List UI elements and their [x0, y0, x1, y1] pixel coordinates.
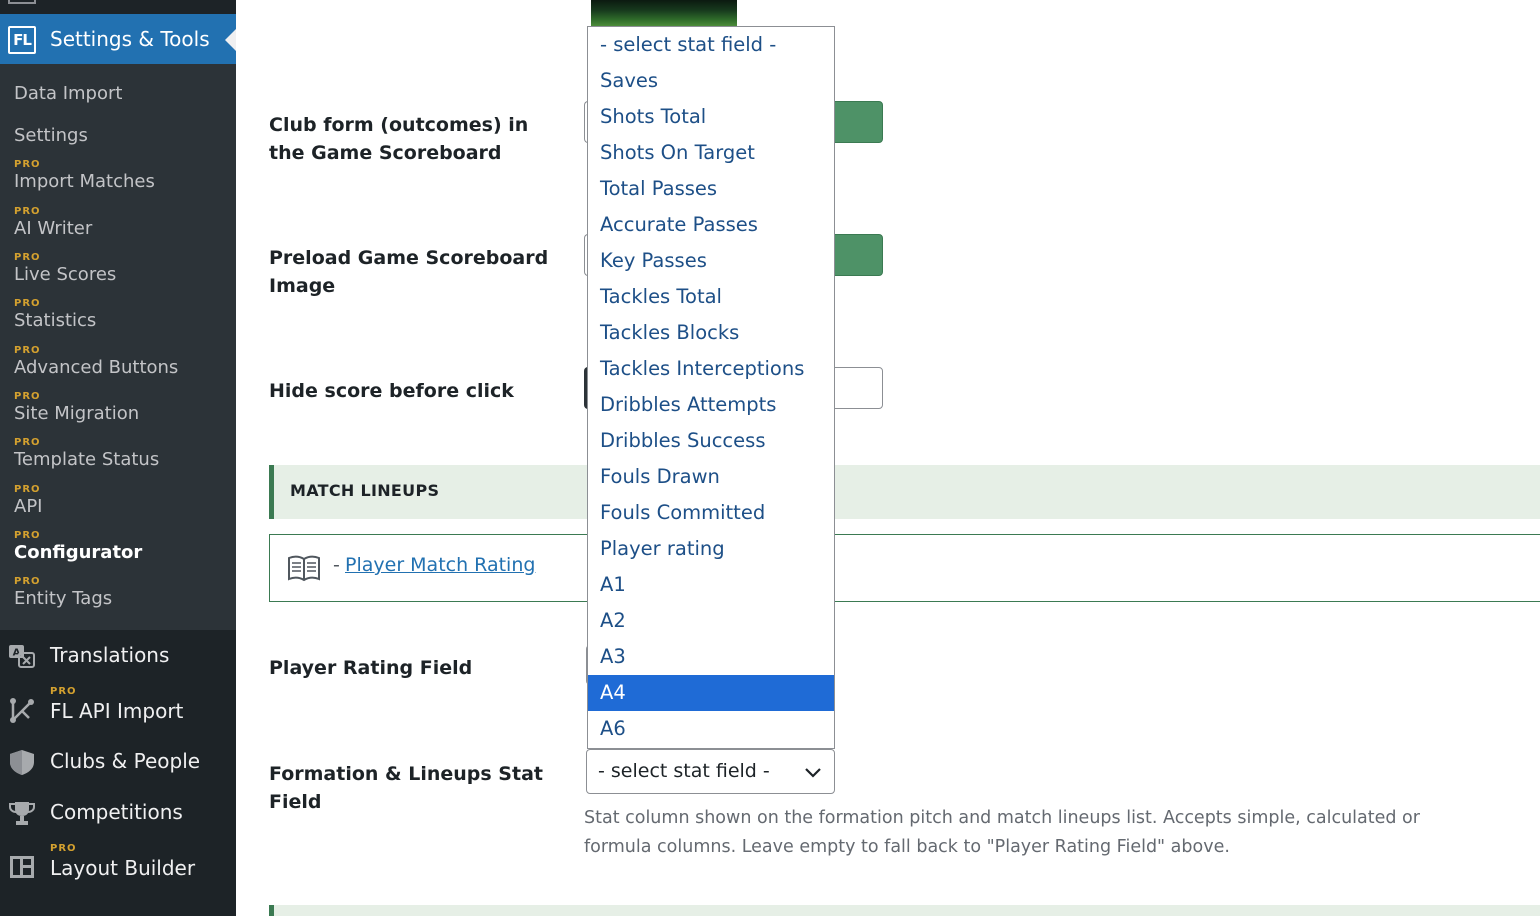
- pro-badge: PRO: [14, 530, 41, 541]
- submenu-template-status[interactable]: Template Status: [14, 448, 159, 472]
- sidebar-item-label: Layout Builder: [50, 856, 196, 880]
- sidebar-item-competitions[interactable]: Competitions: [0, 787, 236, 837]
- dropdown-option[interactable]: Dribbles Success: [588, 423, 834, 459]
- main-content: Club form (outcomes) in the Game Scorebo…: [236, 0, 1540, 916]
- submenu-ai-writer[interactable]: AI Writer: [14, 217, 92, 241]
- dropdown-option[interactable]: A3: [588, 639, 834, 675]
- formation-stat-field-label: Formation & Lineups Stat Field: [269, 763, 543, 813]
- club-form-toggle[interactable]: [834, 101, 883, 143]
- dropdown-option[interactable]: Shots On Target: [588, 135, 834, 171]
- dropdown-option[interactable]: Accurate Passes: [588, 207, 834, 243]
- preload-image-label: Preload Game Scoreboard Image: [269, 247, 549, 297]
- translate-icon: A: [9, 645, 35, 668]
- sidebar-submenu: Data Import Settings PRO Import Matches …: [0, 64, 236, 630]
- sidebar-item-label: FL API Import: [50, 699, 184, 723]
- pro-badge: PRO: [50, 843, 77, 854]
- sidebar-item-label: Competitions: [50, 800, 183, 824]
- dropdown-option[interactable]: Fouls Drawn: [588, 459, 834, 495]
- pro-badge: PRO: [14, 252, 41, 263]
- sidebar-item-fl-api-import[interactable]: PRO FL API Import: [0, 684, 236, 734]
- dropdown-option[interactable]: A6: [588, 711, 834, 747]
- player-match-rating-link[interactable]: Player Match Rating: [345, 554, 535, 576]
- club-form-label: Club form (outcomes) in the Game Scorebo…: [269, 114, 529, 164]
- select-value: - select stat field -: [598, 760, 770, 782]
- pro-badge: PRO: [14, 576, 41, 587]
- chevron-down-icon: [805, 768, 821, 778]
- preload-toggle[interactable]: [834, 234, 883, 276]
- section-header-match-lineups: MATCH LINEUPS: [269, 465, 1540, 519]
- dropdown-option[interactable]: Shots Total: [588, 99, 834, 135]
- submenu-import-matches[interactable]: Import Matches: [14, 170, 155, 194]
- pro-badge: PRO: [14, 159, 41, 170]
- current-menu-pointer: [225, 29, 236, 51]
- dropdown-option[interactable]: Tackles Total: [588, 279, 834, 315]
- dropdown-option-highlighted[interactable]: A4: [588, 675, 834, 711]
- sidebar-item-settings-tools[interactable]: FL Settings & Tools: [0, 14, 236, 64]
- doc-separator: -: [333, 554, 340, 576]
- admin-sidebar: FL Settings & Tools Data Import Settings…: [0, 0, 236, 916]
- dropdown-option[interactable]: Saves: [588, 63, 834, 99]
- dropdown-option[interactable]: Dribbles Attempts: [588, 387, 834, 423]
- hide-score-label: Hide score before click: [269, 380, 514, 402]
- pro-badge: PRO: [14, 345, 41, 356]
- api-import-icon: [10, 698, 34, 723]
- sidebar-item-label: Translations: [50, 643, 170, 667]
- sidebar-item-label: Settings & Tools: [50, 27, 210, 51]
- dropdown-option[interactable]: A2: [588, 603, 834, 639]
- submenu-statistics[interactable]: Statistics: [14, 309, 96, 333]
- sidebar-item-translations[interactable]: A Translations: [0, 630, 236, 680]
- documentation-box: - Player Match Rating: [269, 534, 1540, 602]
- pro-badge: PRO: [14, 391, 41, 402]
- pro-badge: PRO: [14, 484, 41, 495]
- dropdown-option[interactable]: Total Passes: [588, 171, 834, 207]
- hide-score-toggle[interactable]: [834, 367, 883, 409]
- section-title: MATCH LINEUPS: [290, 481, 440, 500]
- sidebar-item-clubs-people[interactable]: Clubs & People: [0, 736, 236, 786]
- dropdown-option[interactable]: Tackles Interceptions: [588, 351, 834, 387]
- trophy-icon: [9, 802, 35, 825]
- sidebar-item-layout-builder[interactable]: PRO Layout Builder: [0, 841, 236, 891]
- submenu-site-migration[interactable]: Site Migration: [14, 402, 139, 426]
- submenu-configurator[interactable]: Configurator: [14, 541, 142, 565]
- sidebar-item-label: Clubs & People: [50, 749, 201, 773]
- layout-icon: [10, 856, 34, 878]
- submenu-api[interactable]: API: [14, 495, 42, 519]
- dropdown-option[interactable]: Tackles Blocks: [588, 315, 834, 351]
- formation-stat-select[interactable]: - select stat field -: [586, 749, 835, 794]
- submenu-data-import[interactable]: Data Import: [14, 82, 122, 106]
- next-section-header: [269, 905, 1540, 916]
- pro-badge: PRO: [14, 437, 41, 448]
- submenu-entity-tags[interactable]: Entity Tags: [14, 587, 112, 611]
- formation-help-text: Stat column shown on the formation pitch…: [584, 808, 1420, 857]
- player-rating-field-label: Player Rating Field: [269, 657, 473, 679]
- scoreboard-thumbnail: [591, 0, 737, 26]
- stat-field-dropdown-list[interactable]: - select stat field - Saves Shots Total …: [587, 26, 835, 749]
- sidebar-top-strip: [0, 0, 236, 14]
- submenu-settings[interactable]: Settings: [14, 124, 88, 148]
- shield-icon: [10, 750, 34, 775]
- dropdown-option[interactable]: Key Passes: [588, 243, 834, 279]
- book-icon: [288, 555, 320, 582]
- pro-badge: PRO: [14, 298, 41, 309]
- dropdown-option[interactable]: Fouls Committed: [588, 495, 834, 531]
- pro-badge: PRO: [14, 206, 41, 217]
- submenu-advanced-buttons[interactable]: Advanced Buttons: [14, 356, 178, 380]
- dropdown-option[interactable]: A1: [588, 567, 834, 603]
- dropdown-option[interactable]: - select stat field -: [588, 27, 834, 63]
- dropdown-option[interactable]: Player rating: [588, 531, 834, 567]
- pro-badge: PRO: [50, 686, 77, 697]
- fl-logo-icon: FL: [8, 26, 36, 54]
- menu-icon-partial: [8, 0, 36, 4]
- submenu-live-scores[interactable]: Live Scores: [14, 263, 116, 287]
